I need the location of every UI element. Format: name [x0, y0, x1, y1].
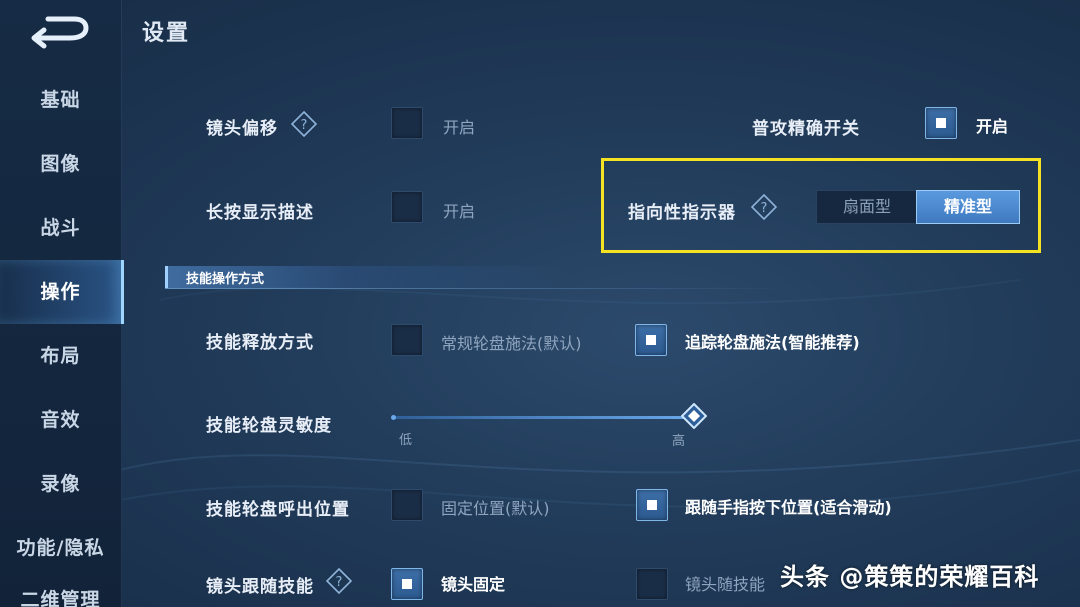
help-icon[interactable]: ?: [751, 194, 777, 220]
precise-attack-checkbox[interactable]: [925, 107, 957, 139]
wheel-position-label: 技能轮盘呼出位置: [206, 500, 350, 520]
long-press-option[interactable]: 开启: [443, 198, 475, 222]
sidebar-item-sound[interactable]: 音效: [0, 388, 121, 452]
slider-min-label: 低: [399, 433, 413, 448]
sidebar-item-graphics[interactable]: 图像: [0, 132, 121, 196]
indicator-fan-option[interactable]: 扇面型: [816, 190, 918, 224]
help-icon[interactable]: ?: [291, 111, 317, 137]
wheel-position-option-a-checkbox[interactable]: [391, 489, 423, 521]
wheel-sensitivity-label: 技能轮盘灵敏度: [206, 416, 332, 436]
sensitivity-slider-knob[interactable]: [681, 403, 707, 429]
camera-follow-option-a-checkbox[interactable]: [391, 568, 423, 600]
skill-cast-option-b-checkbox[interactable]: [635, 324, 667, 356]
svg-text:?: ?: [301, 118, 308, 133]
camera-offset-checkbox[interactable]: [391, 107, 423, 139]
precise-attack-label: 普攻精确开关: [752, 119, 860, 139]
svg-text:?: ?: [761, 201, 768, 216]
camera-offset-label: 镜头偏移: [206, 119, 278, 139]
sidebar-item-replay[interactable]: 录像: [0, 452, 121, 516]
camera-follow-label: 镜头跟随技能: [206, 577, 314, 597]
indicator-precise-option[interactable]: 精准型: [916, 190, 1020, 224]
settings-sidebar: 基础 图像 战斗 操作 布局 音效 录像 功能/隐私 二维管理: [0, 0, 124, 607]
camera-follow-option-b-checkbox[interactable]: [636, 568, 668, 600]
sidebar-item-layout[interactable]: 布局: [0, 324, 121, 388]
wheel-position-option-b[interactable]: 跟随手指按下位置(适合滑动): [685, 494, 892, 518]
skill-cast-option-a-checkbox[interactable]: [391, 324, 423, 356]
skill-cast-option-a[interactable]: 常规轮盘施法(默认): [441, 330, 582, 354]
long-press-label: 长按显示描述: [206, 203, 314, 223]
help-icon[interactable]: ?: [326, 568, 352, 594]
skill-cast-option-b[interactable]: 追踪轮盘施法(智能推荐): [685, 329, 860, 353]
sidebar-item-controls[interactable]: 操作: [0, 260, 124, 324]
directional-indicator-label: 指向性指示器: [628, 203, 736, 223]
sidebar-item-privacy[interactable]: 功能/隐私: [0, 516, 121, 580]
sidebar-item-basic[interactable]: 基础: [0, 68, 121, 132]
wheel-position-option-a[interactable]: 固定位置(默认): [441, 495, 550, 519]
sidebar-item-more[interactable]: 二维管理: [0, 580, 121, 607]
wheel-position-option-b-checkbox[interactable]: [636, 489, 668, 521]
svg-text:?: ?: [336, 575, 343, 590]
camera-follow-option-b[interactable]: 镜头随技能: [685, 571, 765, 595]
skill-cast-label: 技能释放方式: [206, 333, 314, 353]
page-title: 设置: [142, 21, 191, 46]
slider-max-label: 高: [672, 434, 686, 449]
camera-follow-option-a[interactable]: 镜头固定: [441, 571, 505, 595]
long-press-checkbox[interactable]: [391, 191, 423, 223]
camera-offset-option[interactable]: 开启: [443, 114, 475, 138]
back-arrow-icon[interactable]: [30, 14, 92, 50]
section-divider: [165, 288, 785, 289]
watermark: 头条 @策策的荣耀百科: [780, 563, 1040, 591]
sidebar-item-combat[interactable]: 战斗: [0, 196, 121, 260]
precise-attack-option[interactable]: 开启: [976, 113, 1008, 137]
slider-start-dot: [391, 415, 396, 420]
sensitivity-slider-track[interactable]: [393, 416, 696, 419]
section-title: 技能操作方式: [186, 272, 265, 287]
